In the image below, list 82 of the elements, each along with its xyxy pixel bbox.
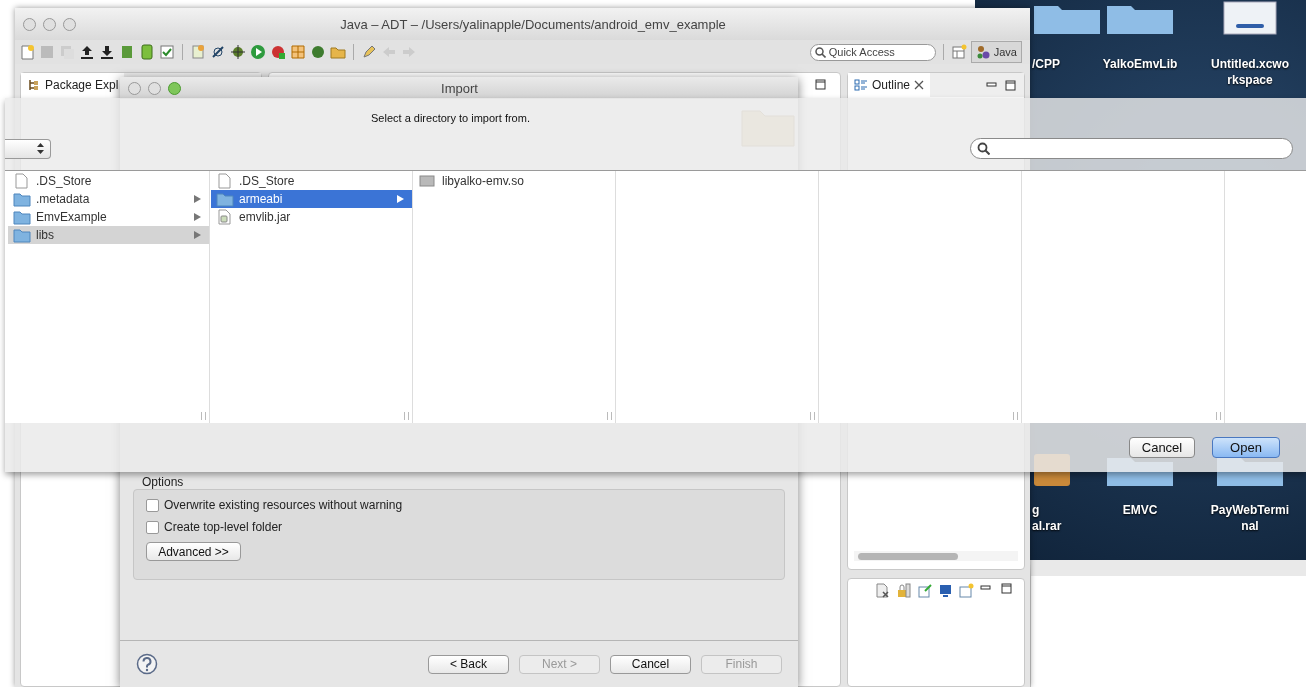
column-resize-handle[interactable] xyxy=(1013,412,1018,420)
zoom-button[interactable] xyxy=(168,81,181,95)
play-icon[interactable] xyxy=(250,44,266,60)
pencil-icon[interactable] xyxy=(361,44,377,60)
minimize-button[interactable] xyxy=(148,81,161,95)
jar-file-icon xyxy=(216,209,234,225)
scrollbar-thumb[interactable] xyxy=(858,552,958,560)
close-button[interactable] xyxy=(23,17,36,31)
file-list-item[interactable]: .metadata xyxy=(8,190,209,208)
checkbox[interactable] xyxy=(146,498,159,512)
wizard-button[interactable]: < Back xyxy=(428,654,509,674)
advanced-button[interactable]: Advanced >> xyxy=(146,542,241,561)
file-list-item[interactable]: .DS_Store xyxy=(211,172,412,190)
file-list-item[interactable]: emvlib.jar xyxy=(211,208,412,226)
file-list-item[interactable]: EmvExample xyxy=(8,208,209,226)
close-icon[interactable] xyxy=(914,80,925,90)
column-resize-handle[interactable] xyxy=(810,412,815,420)
desktop-icon-label[interactable]: EMVC xyxy=(1099,502,1181,518)
file-list-item[interactable]: libs xyxy=(8,226,209,244)
help-icon[interactable] xyxy=(136,653,158,675)
outline-icon xyxy=(854,79,868,91)
maximize-icon[interactable] xyxy=(1005,79,1016,91)
folder-icon xyxy=(13,191,31,207)
file-list-item[interactable]: libyalko-emv.so xyxy=(414,172,615,190)
scrollbar[interactable] xyxy=(854,551,1018,561)
checkbox-label: Overwrite existing resources without warning xyxy=(164,498,403,512)
upload-icon[interactable] xyxy=(79,44,95,60)
search-field[interactable] xyxy=(970,138,1293,159)
window-title: Java – ADT – /Users/yalinapple/Documents/android_emv_example xyxy=(339,16,727,32)
tree-icon xyxy=(27,79,41,91)
monitor-icon[interactable] xyxy=(938,583,953,598)
disclosure-arrow-icon xyxy=(194,195,201,203)
desktop-icon-label[interactable]: Untitled.xcworkspace xyxy=(1209,56,1291,88)
disclosure-arrow-icon xyxy=(194,213,201,221)
lock-icon[interactable] xyxy=(896,583,911,598)
dialog-title: Import xyxy=(440,80,479,96)
disclosure-arrow-icon xyxy=(397,195,404,203)
view-tab[interactable]: Package Expl xyxy=(21,73,125,97)
view-tab[interactable]: Outline xyxy=(848,73,931,97)
console-remove-icon[interactable] xyxy=(875,583,890,598)
checkbox-icon[interactable] xyxy=(159,44,175,60)
file-list-item[interactable]: .DS_Store xyxy=(8,172,209,190)
new-window-icon[interactable] xyxy=(959,583,974,598)
download-icon[interactable] xyxy=(99,44,115,60)
search-field[interactable]: Quick Access xyxy=(809,43,936,61)
maximize-icon[interactable] xyxy=(815,79,826,90)
minimize-button[interactable] xyxy=(43,17,56,31)
desktop-icon-label[interactable]: g al.rar xyxy=(1032,502,1072,534)
folder-icon[interactable] xyxy=(330,44,346,60)
search-icon xyxy=(814,46,826,58)
column-resize-handle[interactable] xyxy=(201,412,206,420)
checkbox[interactable] xyxy=(146,520,159,534)
java-perspective-icon xyxy=(975,44,992,60)
open-button[interactable]: Open xyxy=(1212,437,1280,458)
location-popup[interactable] xyxy=(5,138,51,159)
folder-icon xyxy=(216,191,234,207)
desktop-icon-label[interactable]: PayWebTerminal xyxy=(1209,502,1291,534)
file-icon xyxy=(13,173,31,189)
folder-icon xyxy=(13,227,31,243)
column-resize-handle[interactable] xyxy=(404,412,409,420)
column-resize-handle[interactable] xyxy=(607,412,612,420)
workspace-icon xyxy=(1222,0,1278,36)
save-icon[interactable] xyxy=(39,44,55,60)
close-button[interactable] xyxy=(128,81,141,95)
group-title: Options xyxy=(142,475,185,489)
desktop-icon-label[interactable]: /CPP xyxy=(1032,56,1072,72)
wizard-button[interactable]: Cancel xyxy=(610,654,691,674)
column-resize-handle[interactable] xyxy=(1216,412,1221,420)
prompt-text: Select a directory to import from. xyxy=(371,112,530,125)
cancel-button[interactable]: Cancel xyxy=(1129,437,1195,458)
library-file-icon xyxy=(419,173,437,189)
desktop-icon-label[interactable]: YalkoEmvLib xyxy=(1099,56,1181,72)
stepper-icon xyxy=(37,143,44,154)
open-perspective-icon[interactable] xyxy=(950,44,967,60)
checkbox-label: Create top-level folder xyxy=(164,520,283,534)
zoom-button[interactable] xyxy=(63,17,76,31)
perspective-button[interactable]: Java xyxy=(970,41,1022,63)
new-file-icon[interactable] xyxy=(19,44,35,60)
grid-icon[interactable] xyxy=(290,44,306,60)
disclosure-arrow-icon xyxy=(194,231,201,239)
file-list-item[interactable]: armeabi xyxy=(211,190,412,208)
search-icon xyxy=(977,142,990,155)
